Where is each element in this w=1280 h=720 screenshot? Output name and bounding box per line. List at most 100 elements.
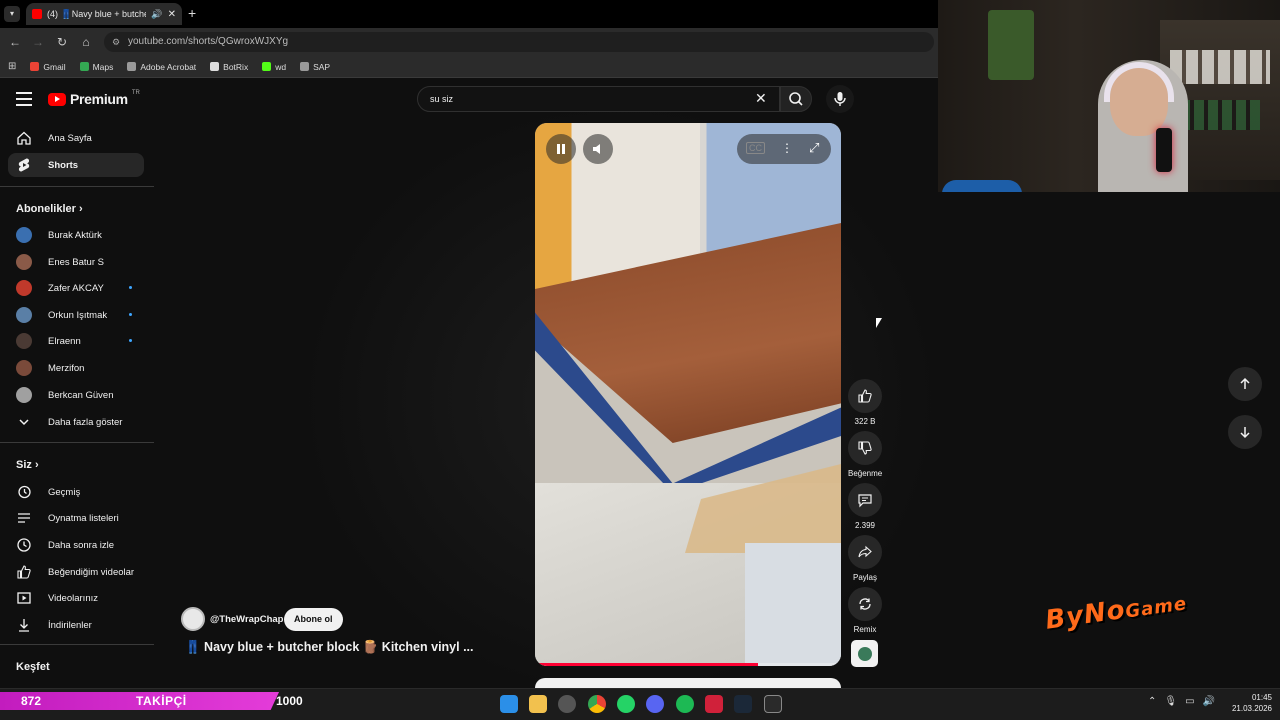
sidebar-divider xyxy=(0,644,154,645)
sidebar-item-subscription[interactable]: Zafer AKCAY xyxy=(8,276,144,300)
share-action[interactable]: Paylaş xyxy=(848,535,882,582)
more-options-icon[interactable]: ⋮ xyxy=(781,141,793,155)
webcam-microphone xyxy=(1156,128,1172,172)
you-heading[interactable]: Siz › xyxy=(16,459,39,471)
bookmark-item[interactable]: wd xyxy=(262,62,286,72)
bookmark-favicon-icon xyxy=(300,62,310,71)
bookmark-item[interactable]: BotRix xyxy=(210,62,248,72)
channel-avatar[interactable] xyxy=(181,607,205,631)
chevron-down-icon xyxy=(16,414,32,430)
progress-bar[interactable] xyxy=(535,663,759,666)
tab-audio-icon[interactable]: 🔊 xyxy=(151,9,162,20)
chrome-icon[interactable] xyxy=(588,695,606,713)
sidebar-item-watch-later[interactable]: Daha sonra izle xyxy=(8,533,144,557)
bookmark-item[interactable]: Maps xyxy=(79,62,113,72)
tray-mic-icon[interactable]: 🎙 xyxy=(1164,696,1177,707)
tray-network-icon[interactable]: ▭ xyxy=(1185,696,1194,707)
bookmark-item[interactable]: Gmail xyxy=(30,61,66,72)
you-heading-label: Siz xyxy=(16,459,32,471)
follower-goal: 1000 xyxy=(276,694,303,708)
like-action[interactable]: 322 B xyxy=(848,379,882,426)
forward-icon[interactable]: → xyxy=(29,33,47,51)
sidebar-item-subscription[interactable]: Elraenn xyxy=(8,329,144,353)
sidebar-item-label: Videolarınız xyxy=(48,592,98,604)
captions-icon[interactable]: CC xyxy=(746,142,765,154)
sidebar-item-home[interactable]: Ana Sayfa xyxy=(8,126,144,150)
file-explorer-icon[interactable] xyxy=(529,695,547,713)
show-more-button[interactable]: Daha fazla göster xyxy=(8,410,144,434)
youtube-premium-logo[interactable]: Premium TR xyxy=(48,90,140,107)
bookmark-item[interactable]: Adobe Acrobat xyxy=(127,62,196,72)
discord-icon[interactable] xyxy=(646,695,664,713)
sidebar-item-shorts[interactable]: Shorts xyxy=(8,153,144,177)
channel-name[interactable]: @TheWrapChap xyxy=(210,614,283,625)
epic-games-icon[interactable] xyxy=(764,695,782,713)
shorts-icon xyxy=(16,157,32,173)
sidebar-item-your-videos[interactable]: Videolarınız xyxy=(8,586,144,610)
spotify-icon[interactable] xyxy=(676,695,694,713)
taskbar-clock[interactable]: 01:45 21.03.2026 xyxy=(1224,692,1272,714)
previous-short-button[interactable] xyxy=(1228,367,1262,401)
sidebar-item-playlists[interactable]: Oynatma listeleri xyxy=(8,506,144,530)
back-icon[interactable]: ← xyxy=(6,33,24,51)
remix-action[interactable]: Remix xyxy=(848,587,882,634)
bookmark-item[interactable]: SAP xyxy=(300,62,330,72)
sidebar-item-subscription[interactable]: Merzifon xyxy=(8,356,144,380)
sidebar: Ana Sayfa Shorts Abonelikler › Burak Akt… xyxy=(0,124,154,688)
short-video-player[interactable]: CC ⋮ ⤢ xyxy=(535,123,841,666)
pause-button[interactable] xyxy=(546,134,576,164)
sidebar-item-history[interactable]: Geçmiş xyxy=(8,480,144,504)
liked-videos-icon xyxy=(16,564,32,580)
steam-icon[interactable] xyxy=(734,695,752,713)
whatsapp-icon[interactable] xyxy=(617,695,635,713)
sidebar-item-label: Orkun Işıtmak xyxy=(48,309,108,321)
sidebar-item-liked-videos[interactable]: Beğendiğim videolar xyxy=(8,560,144,584)
subscribe-button[interactable]: Abone ol xyxy=(284,608,343,631)
follower-label: TAKİPÇİ xyxy=(136,694,187,708)
like-button[interactable] xyxy=(848,379,882,413)
remix-button[interactable] xyxy=(848,587,882,621)
sidebar-item-subscription[interactable]: Orkun Işıtmak xyxy=(8,303,144,327)
channel-avatar xyxy=(16,254,32,270)
bookmark-favicon-icon xyxy=(127,62,137,71)
sidebar-item-subscription[interactable]: Enes Batur S xyxy=(8,250,144,274)
tray-chevron-icon[interactable]: ⌃ xyxy=(1148,696,1156,707)
sidebar-item-label: Burak Aktürk xyxy=(48,229,102,241)
close-tab-icon[interactable]: ✕ xyxy=(168,9,176,20)
dislike-label: Beğenme xyxy=(848,469,883,478)
dislike-action[interactable]: Beğenme xyxy=(848,431,882,478)
home-page-icon[interactable]: ⌂ xyxy=(77,33,95,51)
subscriptions-heading[interactable]: Abonelikler › xyxy=(16,203,83,215)
steam-overlay-icon[interactable] xyxy=(558,695,576,713)
browser-tab[interactable]: (4) 👖Navy blue + butcher 🔊 ✕ xyxy=(26,3,182,25)
sidebar-item-subscription[interactable]: Burak Aktürk xyxy=(8,223,144,247)
sidebar-item-subscription[interactable]: Berkcan Güven xyxy=(8,383,144,407)
bookmark-label: Gmail xyxy=(43,61,66,72)
remix-icon xyxy=(859,598,871,610)
reload-icon[interactable]: ↻ xyxy=(53,33,71,51)
app-red-icon[interactable] xyxy=(705,695,723,713)
volume-button[interactable] xyxy=(583,134,613,164)
new-tab-button[interactable]: + xyxy=(188,5,196,21)
tab-search-button[interactable]: ▾ xyxy=(4,6,20,22)
apps-grid-icon[interactable]: ⊞ xyxy=(8,61,16,72)
start-icon[interactable] xyxy=(500,695,518,713)
share-button[interactable] xyxy=(848,535,882,569)
comments-button[interactable] xyxy=(848,483,882,517)
site-info-icon[interactable]: ⚙ xyxy=(112,32,120,52)
bookmark-favicon-icon xyxy=(262,62,272,71)
home-icon xyxy=(16,130,32,146)
tray-volume-icon[interactable]: 🔊 xyxy=(1203,696,1215,707)
sidebar-item-label: Enes Batur S xyxy=(48,256,104,268)
dislike-button[interactable] xyxy=(848,431,882,465)
sound-thumbnail[interactable] xyxy=(851,640,878,667)
sidebar-item-label: Oynatma listeleri xyxy=(48,512,119,524)
sidebar-item-downloads[interactable]: İndirilenler xyxy=(8,613,144,637)
history-icon xyxy=(16,484,32,500)
fullscreen-icon[interactable]: ⤢ xyxy=(809,140,819,156)
short-title[interactable]: 👖 Navy blue + butcher block 🪵 Kitchen vi… xyxy=(185,640,474,655)
next-short-button[interactable] xyxy=(1228,415,1262,449)
menu-icon[interactable] xyxy=(16,92,32,106)
address-bar[interactable]: ⚙ youtube.com/shorts/QGwroxWJXYg xyxy=(104,32,934,52)
comments-action[interactable]: 2.399 xyxy=(848,483,882,530)
